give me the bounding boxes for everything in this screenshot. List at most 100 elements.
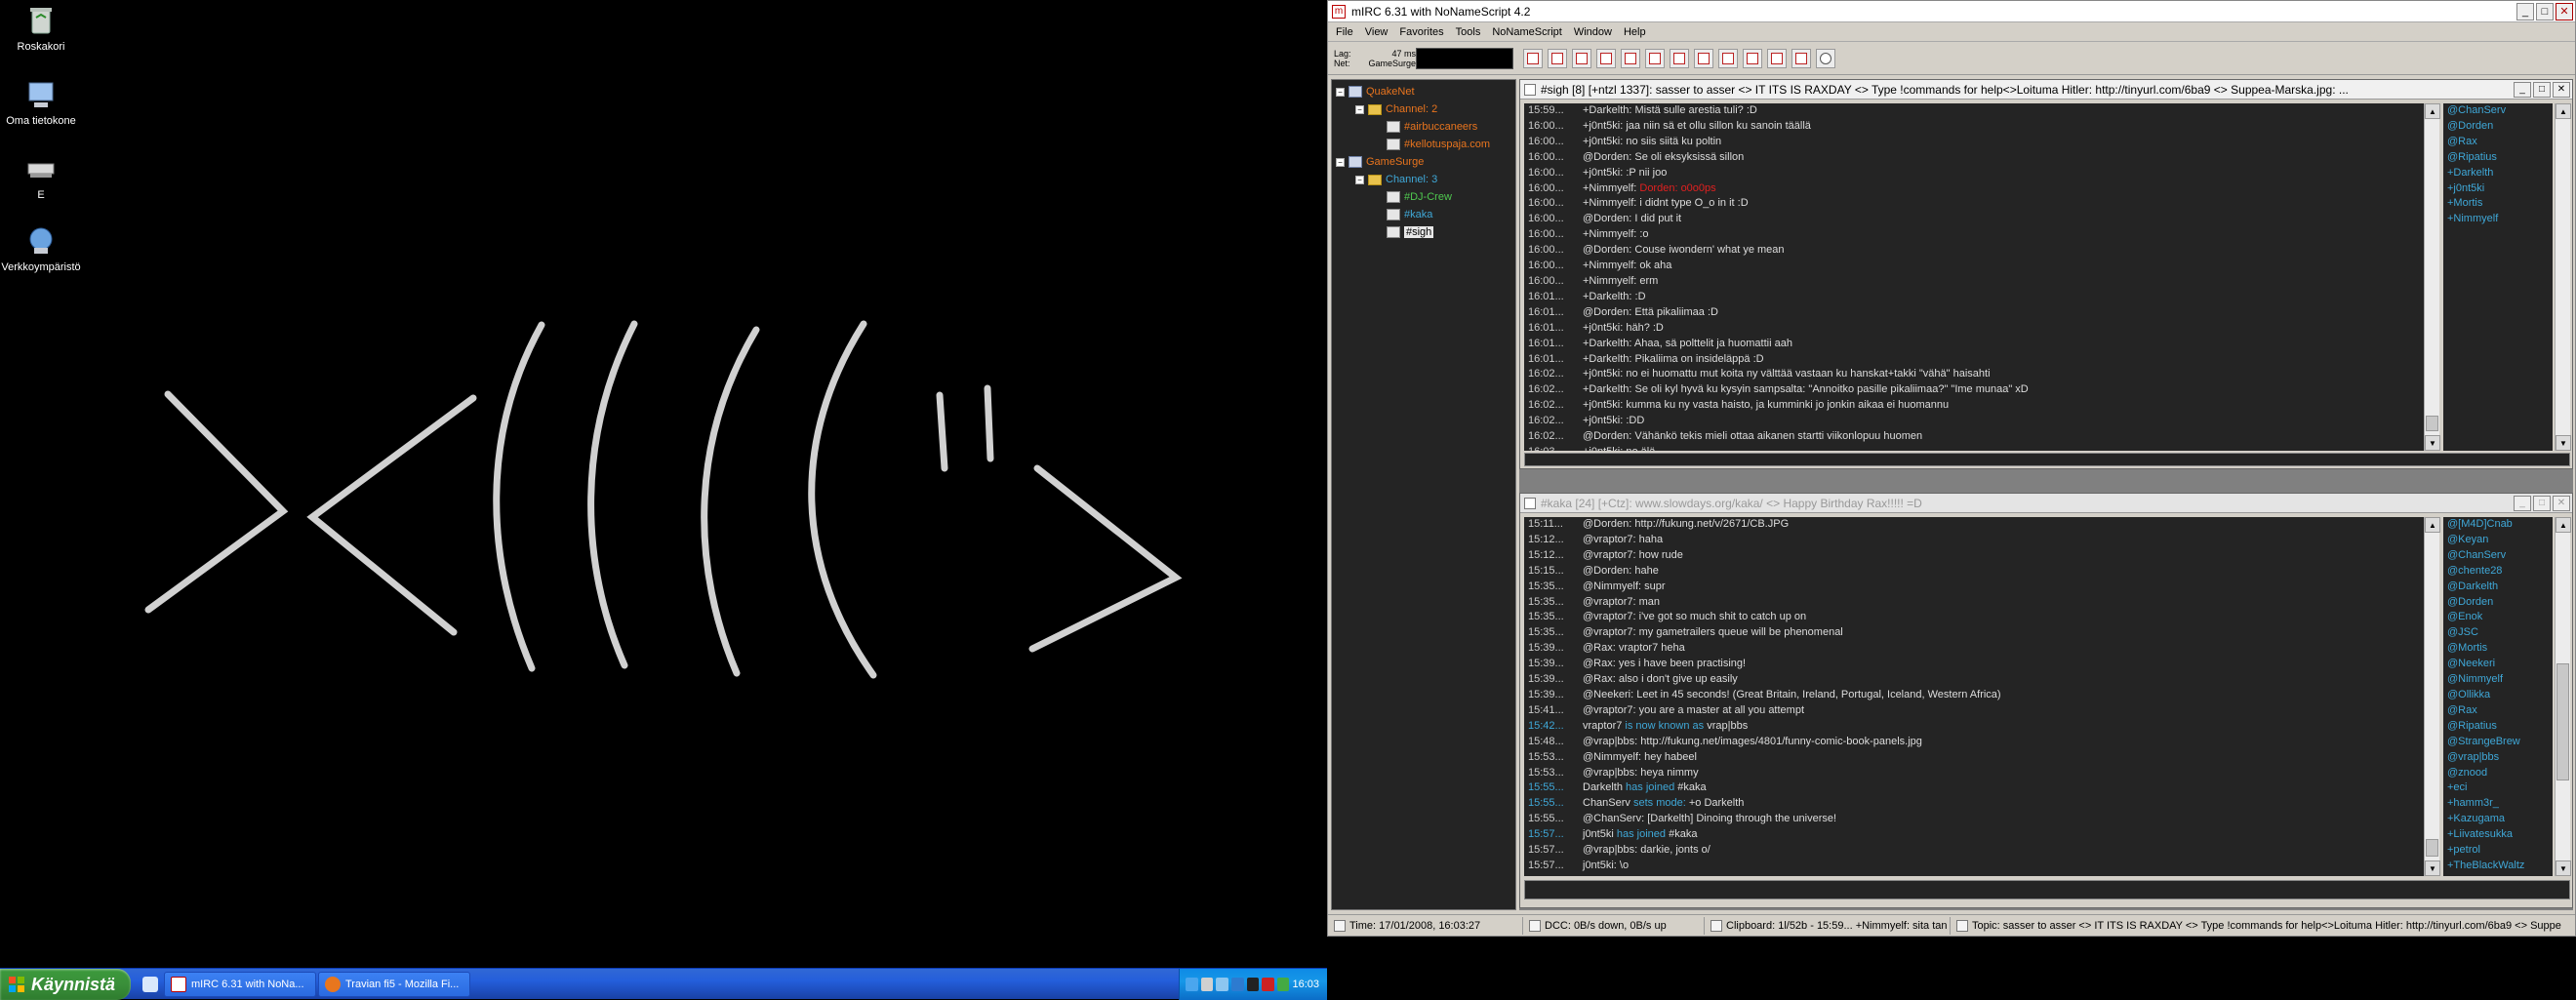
toolbar-button[interactable] — [1670, 48, 1689, 68]
message-nick[interactable]: Darkelth — [1583, 781, 1623, 793]
message-nick[interactable]: @Neekeri: — [1583, 689, 1633, 700]
message-nick[interactable]: +Nimmyelf: — [1583, 197, 1636, 209]
message-nick[interactable]: @vraptor7: — [1583, 611, 1636, 622]
message-nick[interactable]: @vrap|bbs: — [1583, 767, 1637, 779]
quicklaunch-icon[interactable] — [142, 977, 158, 992]
scroll-down-arrow-icon[interactable]: ▼ — [2425, 860, 2440, 876]
message-nick[interactable]: +j0nt5ki: — [1583, 399, 1623, 411]
tray-app-icon[interactable] — [1200, 978, 1214, 991]
toolbar-options-button[interactable] — [1548, 48, 1567, 68]
menu-file[interactable]: File — [1330, 26, 1359, 38]
message-nick[interactable]: +Nimmyelf: — [1583, 228, 1636, 240]
message-nick[interactable]: +j0nt5ki: — [1583, 446, 1623, 451]
nick-list-item[interactable]: @Ripatius — [2447, 150, 2553, 166]
nick-list-item[interactable]: @Rax — [2447, 135, 2553, 150]
message-nick[interactable]: +Nimmyelf: — [1583, 260, 1636, 271]
nick-list-item[interactable]: @Rax — [2447, 703, 2553, 719]
tree-channel[interactable]: #airbuccaneers — [1387, 121, 1477, 133]
close-button[interactable]: ✕ — [2556, 2, 2573, 20]
message-area[interactable]: 15:11... @Dorden: http://fukung.net/v/267… — [1524, 517, 2424, 876]
toolbar-button[interactable] — [1694, 48, 1713, 68]
message-nick[interactable]: @Nimmyelf: — [1583, 751, 1641, 763]
collapse-icon[interactable]: − — [1355, 175, 1364, 184]
message-nick[interactable]: +Darkelth: — [1583, 291, 1631, 302]
nick-list-item[interactable]: @[M4D]Cnab — [2447, 517, 2553, 533]
nick-list-item[interactable]: @Dorden — [2447, 595, 2553, 611]
toolbar-button[interactable] — [1645, 48, 1665, 68]
toolbar-button[interactable] — [1572, 48, 1591, 68]
taskbar-button-mirc[interactable]: mIRC 6.31 with NoNa... — [164, 972, 316, 997]
message-nick[interactable]: vraptor7 — [1583, 720, 1622, 732]
toolbar-connect-button[interactable] — [1523, 48, 1543, 68]
toolbar-help-button[interactable] — [1816, 48, 1835, 68]
scroll-down-arrow-icon[interactable]: ▼ — [2556, 860, 2571, 876]
message-nick[interactable]: +j0nt5ki: — [1583, 136, 1623, 147]
nick-list-item[interactable]: @JSC — [2447, 625, 2553, 641]
toolbar-button[interactable] — [1596, 48, 1616, 68]
tray-network-icon[interactable] — [1216, 978, 1228, 991]
nick-list-item[interactable]: +TheBlackWaltz — [2447, 859, 2553, 874]
message-scrollbar[interactable]: ▲ ▼ — [2424, 517, 2440, 876]
minimize-button[interactable]: _ — [2514, 495, 2531, 511]
nick-list-item[interactable]: +j0nt5ki — [2447, 181, 2553, 197]
message-nick[interactable]: @Dorden: — [1583, 430, 1631, 442]
tree-network[interactable]: − QuakeNet — [1336, 86, 1415, 98]
message-nick[interactable]: @vraptor7: — [1583, 549, 1636, 561]
scroll-up-arrow-icon[interactable]: ▲ — [2425, 517, 2440, 533]
taskbar-button-firefox[interactable]: Travian fi5 - Mozilla Fi... — [318, 972, 470, 997]
nick-list[interactable]: @ChanServ @Dorden @Rax @Ripatius +Darkelth +j… — [2443, 103, 2553, 451]
nick-list-item[interactable]: +Kazugama — [2447, 812, 2553, 827]
message-nick[interactable]: @vrap|bbs: — [1583, 844, 1637, 856]
scroll-down-arrow-icon[interactable]: ▼ — [2556, 435, 2571, 451]
nick-list-item[interactable]: +Darkelth — [2447, 166, 2553, 181]
message-area[interactable]: 15:59... +Darkelth: Mistä sulle arestia t… — [1524, 103, 2424, 451]
mirc-app-icon[interactable]: m — [1332, 4, 1346, 19]
desktop-icon-recycle-bin[interactable]: Roskakori — [0, 4, 82, 53]
menu-help[interactable]: Help — [1618, 26, 1652, 38]
tree-channel-selected[interactable]: #sigh — [1387, 226, 1434, 238]
nick-list-item[interactable]: @Ripatius — [2447, 719, 2553, 735]
tree-channel[interactable]: #kellotuspaja.com — [1387, 139, 1490, 150]
menu-tools[interactable]: Tools — [1450, 26, 1487, 38]
nick-list-item[interactable]: @Dorden — [2447, 119, 2553, 135]
close-button[interactable]: ✕ — [2553, 81, 2570, 98]
message-nick[interactable]: @ChanServ: — [1583, 813, 1644, 824]
nick-list-item[interactable]: @StrangeBrew — [2447, 735, 2553, 750]
nick-list-item[interactable]: +eci — [2447, 780, 2553, 796]
message-nick[interactable]: +j0nt5ki: — [1583, 322, 1623, 334]
tray-app-icon[interactable] — [1262, 978, 1274, 991]
menu-favorites[interactable]: Favorites — [1393, 26, 1449, 38]
menu-window[interactable]: Window — [1568, 26, 1618, 38]
nick-list-item[interactable]: +Mortis — [2447, 196, 2553, 212]
nick-list[interactable]: @[M4D]Cnab @Keyan @ChanServ @chente28 @Darke… — [2443, 517, 2553, 876]
menu-view[interactable]: View — [1359, 26, 1394, 38]
message-nick[interactable]: j0nt5ki: — [1583, 860, 1617, 871]
message-nick[interactable]: +Darkelth: — [1583, 104, 1631, 116]
menu-nonamescript[interactable]: NoNameScript — [1486, 26, 1568, 38]
nick-list-item[interactable]: @ChanServ — [2447, 103, 2553, 119]
nick-list-item[interactable]: +hamm3r_ — [2447, 796, 2553, 812]
message-nick[interactable]: +Nimmyelf: — [1583, 182, 1636, 194]
nick-list-item[interactable]: +Liivatesukka — [2447, 827, 2553, 843]
tray-security-icon[interactable] — [1276, 978, 1290, 991]
nicklist-scrollbar[interactable]: ▲ ▼ — [2555, 517, 2571, 876]
message-nick[interactable]: @vraptor7: — [1583, 596, 1636, 608]
nick-list-item[interactable]: @Nimmyelf — [2447, 672, 2553, 688]
maximize-button[interactable]: □ — [2533, 495, 2551, 511]
nick-list-item[interactable]: @znood — [2447, 766, 2553, 781]
toolbar-button[interactable] — [1743, 48, 1762, 68]
message-input[interactable] — [1524, 453, 2570, 466]
scroll-down-arrow-icon[interactable]: ▼ — [2425, 435, 2440, 451]
message-nick[interactable]: @Rax: — [1583, 642, 1616, 654]
message-nick[interactable]: @Dorden: — [1583, 565, 1631, 577]
message-nick[interactable]: @vrap|bbs: — [1583, 736, 1637, 747]
tray-chevron-icon[interactable] — [1186, 978, 1198, 991]
nick-list-item[interactable]: @Ollikka — [2447, 688, 2553, 703]
maximize-button[interactable]: □ — [2533, 81, 2551, 98]
collapse-icon[interactable]: − — [1355, 104, 1364, 114]
message-nick[interactable]: +Darkelth: — [1583, 338, 1631, 349]
toolbar-button[interactable] — [1718, 48, 1738, 68]
message-nick[interactable]: +Darkelth: — [1583, 383, 1631, 395]
nick-list-item[interactable]: @chente28 — [2447, 564, 2553, 580]
message-nick[interactable]: +j0nt5ki: — [1583, 120, 1623, 132]
